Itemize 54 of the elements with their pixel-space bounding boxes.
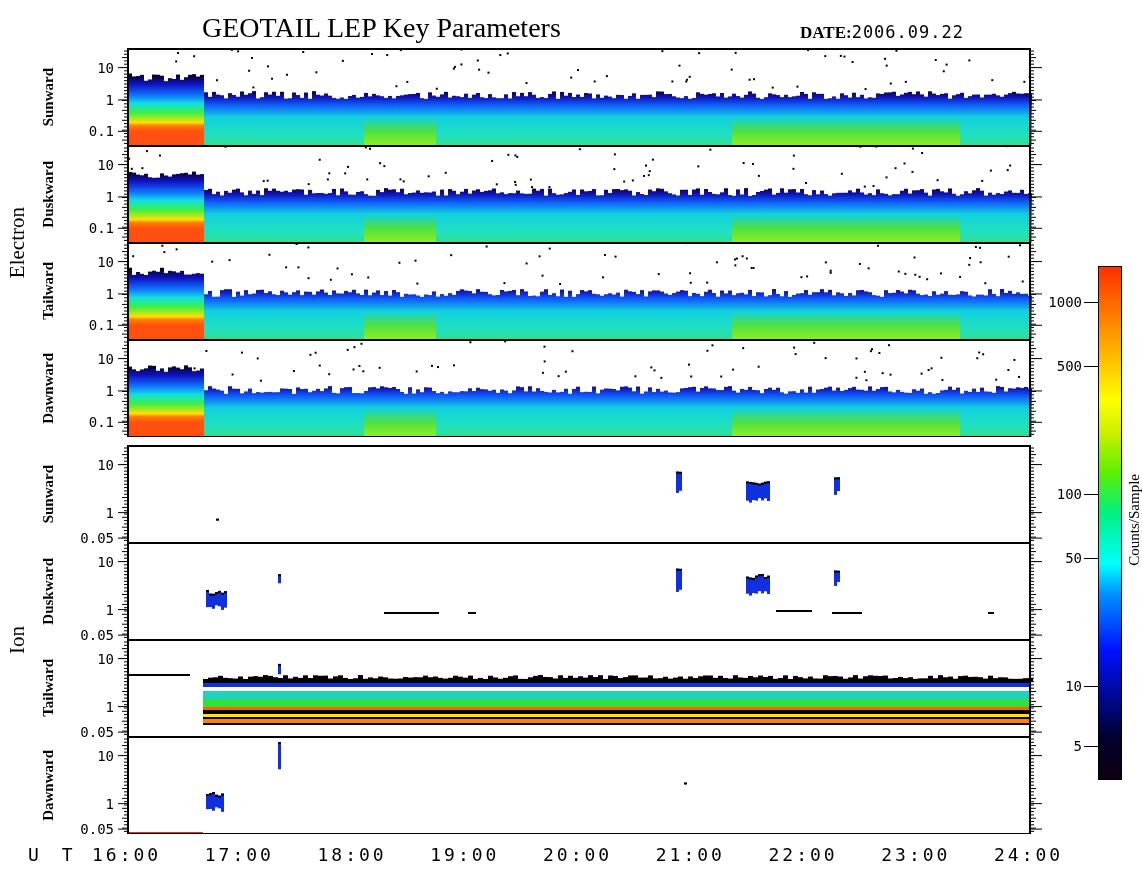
y-tick-label: 1 [105, 505, 114, 520]
y-tick-label: 10 [97, 651, 114, 666]
chart-title: GEOTAIL LEP Key Parameters [202, 12, 561, 44]
y-tick-label: 1 [105, 383, 114, 398]
x-tick-label: 17:00 [204, 844, 274, 865]
date-value: 2006.09.22 [851, 22, 964, 42]
colorbar-tick-label: 10 [1065, 679, 1082, 693]
colorbar-tick-label: 500 [1056, 359, 1082, 373]
y-tick-label: 1 [105, 286, 114, 301]
y-tick-label: 0.05 [80, 628, 114, 643]
x-tick-label: 20:00 [543, 844, 613, 865]
direction-label: Tailward [39, 659, 57, 717]
y-tick-label: 1 [105, 92, 114, 107]
direction-label: Sunward [39, 464, 57, 524]
y-tick-label: 0.1 [88, 318, 114, 333]
colorbar-tick-label: 50 [1065, 551, 1082, 565]
y-tick-label: 0.1 [88, 124, 114, 139]
y-tick-label: 10 [97, 60, 114, 75]
x-tick-label: 19:00 [430, 844, 500, 865]
y-tick-label: 1 [105, 189, 114, 204]
y-tick-label: 0.1 [88, 415, 114, 430]
x-axis-label: U T [28, 844, 79, 865]
direction-label: Tailward [39, 262, 57, 320]
y-tick-label: 1 [105, 602, 114, 617]
direction-label: Dawnward [39, 749, 57, 821]
x-tick-label: 24:00 [994, 844, 1064, 865]
y-tick-label: 10 [97, 351, 114, 366]
direction-label: Duskward [39, 557, 57, 625]
y-tick-label: 10 [97, 554, 114, 569]
y-tick-label: 1 [105, 699, 114, 714]
y-tick-label: 0.05 [80, 725, 114, 740]
x-tick-label: 16:00 [92, 844, 162, 865]
direction-label: Sunward [39, 67, 57, 127]
y-tick-label: 0.05 [80, 822, 114, 837]
x-tick-label: 22:00 [768, 844, 838, 865]
y-tick-label: 1 [105, 796, 114, 811]
colorbar-title: Counts/Sample [1126, 474, 1142, 566]
y-tick-label: 0.05 [80, 531, 114, 546]
y-tick-label: 10 [97, 254, 114, 269]
group-label: Electron [4, 206, 30, 279]
y-tick-label: 10 [97, 457, 114, 472]
group-label: Ion [4, 625, 30, 654]
y-tick-label: 10 [97, 748, 114, 763]
direction-label: Duskward [39, 160, 57, 228]
date-label: DATE: [800, 23, 852, 43]
x-tick-label: 23:00 [881, 844, 951, 865]
colorbar-tick-label: 5 [1073, 739, 1082, 753]
direction-label: Dawnward [39, 352, 57, 424]
colorbar-tick-label: 1000 [1048, 295, 1082, 309]
y-tick-label: 0.1 [88, 221, 114, 236]
y-tick-label: 10 [97, 157, 114, 172]
x-tick-label: 18:00 [317, 844, 387, 865]
x-tick-label: 21:00 [655, 844, 725, 865]
colorbar-tick-label: 100 [1056, 487, 1082, 501]
